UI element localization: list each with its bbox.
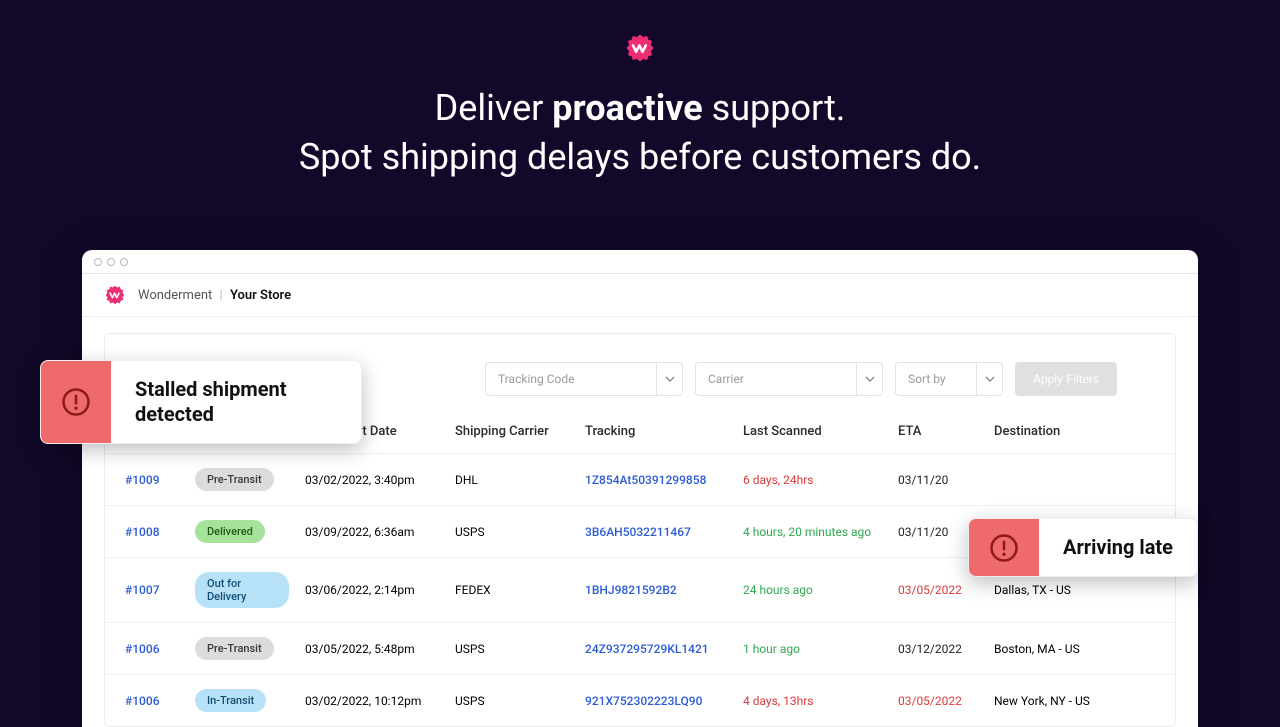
carrier: USPS xyxy=(447,506,577,558)
carrier-label: Carrier xyxy=(696,372,856,386)
window-dot xyxy=(107,258,115,266)
last-scanned: 6 days, 24hrs xyxy=(735,454,890,506)
app-header: Wonderment | Your Store xyxy=(82,274,1198,317)
status-badge: Delivered xyxy=(195,520,265,543)
status-badge: In-Transit xyxy=(195,689,266,712)
breadcrumb-app: Wonderment xyxy=(138,288,212,303)
carrier: USPS xyxy=(447,675,577,727)
col-shipping-carrier: Shipping Carrier xyxy=(447,414,577,454)
chevron-down-icon xyxy=(856,363,882,395)
status-badge: Pre-Transit xyxy=(195,468,274,491)
tracking-code-select[interactable]: Tracking Code xyxy=(485,362,683,396)
tracking-link[interactable]: 3B6AH5032211467 xyxy=(585,525,691,539)
order-link[interactable]: #1009 xyxy=(125,473,160,487)
eta: 03/11/20 xyxy=(890,454,986,506)
table-row: #1006 In-Transit 03/02/2022, 10:12pmUSPS 92… xyxy=(105,675,1175,727)
tracking-link[interactable]: 921X752302223LQ90 xyxy=(585,694,702,708)
tracking-link[interactable]: 1Z854At50391299858 xyxy=(585,473,706,487)
breadcrumb-separator: | xyxy=(220,288,223,303)
stalled-shipment-toast: Stalled shipment detected xyxy=(40,360,362,444)
tracking-link[interactable]: 1BHJ9821592B2 xyxy=(585,583,677,597)
last-scanned: 1 hour ago xyxy=(735,623,890,675)
fulfillment-date: 03/09/2022, 6:36am xyxy=(297,506,447,558)
col-last-scanned: Last Scanned xyxy=(735,414,890,454)
col-eta: ETA xyxy=(890,414,986,454)
last-scanned: 24 hours ago xyxy=(735,558,890,623)
app-window: Wonderment | Your Store Tracking Code Ca… xyxy=(82,250,1198,727)
last-scanned: 4 hours, 20 minutes ago xyxy=(735,506,890,558)
fulfillment-date: 03/02/2022, 10:12pm xyxy=(297,675,447,727)
eta: 03/12/2022 xyxy=(890,623,986,675)
col-destination: Destination xyxy=(986,414,1175,454)
fulfillment-date: 03/02/2022, 3:40pm xyxy=(297,454,447,506)
sort-by-label: Sort by xyxy=(896,372,976,386)
sort-by-select[interactable]: Sort by xyxy=(895,362,1003,396)
breadcrumb-store: Your Store xyxy=(230,288,291,303)
hero-line1-post: support. xyxy=(703,87,846,129)
brand-logo-icon xyxy=(624,32,656,64)
destination: Boston, MA - US xyxy=(986,623,1175,675)
tracking-code-label: Tracking Code xyxy=(486,372,656,386)
order-link[interactable]: #1008 xyxy=(125,525,160,539)
hero-line1-pre: Deliver xyxy=(435,87,553,129)
col-tracking: Tracking xyxy=(577,414,735,454)
fulfillment-date: 03/06/2022, 2:14pm xyxy=(297,558,447,623)
carrier-select[interactable]: Carrier xyxy=(695,362,883,396)
window-dot xyxy=(120,258,128,266)
carrier: DHL xyxy=(447,454,577,506)
fulfillment-date: 03/05/2022, 5:48pm xyxy=(297,623,447,675)
apply-filters-button[interactable]: Apply Filters xyxy=(1015,362,1117,396)
hero-heading: Deliver proactive support. Spot shipping… xyxy=(0,84,1280,181)
table-row: #1009 Pre-Transit 03/02/2022, 3:40pmDHL 1Z8… xyxy=(105,454,1175,506)
table-row: #1006 Pre-Transit 03/05/2022, 5:48pmUSPS 24… xyxy=(105,623,1175,675)
last-scanned: 4 days, 13hrs xyxy=(735,675,890,727)
hero-line2: Spot shipping delays before customers do… xyxy=(299,136,981,178)
chevron-down-icon xyxy=(976,363,1002,395)
destination: New York, NY - US xyxy=(986,675,1175,727)
late-toast-message: Arriving late xyxy=(1039,519,1197,576)
status-badge: Pre-Transit xyxy=(195,637,274,660)
status-badge: Out for Delivery xyxy=(195,572,289,608)
window-dot xyxy=(94,258,102,266)
order-link[interactable]: #1006 xyxy=(125,694,160,708)
arriving-late-toast: Arriving late xyxy=(968,518,1198,577)
destination xyxy=(986,454,1175,506)
breadcrumb: Wonderment | Your Store xyxy=(138,288,291,303)
alert-icon xyxy=(41,361,111,443)
tracking-link[interactable]: 24Z937295729KL1421 xyxy=(585,642,709,656)
window-titlebar xyxy=(82,250,1198,274)
app-logo-icon xyxy=(104,284,126,306)
stalled-toast-message: Stalled shipment detected xyxy=(111,361,351,443)
carrier: FEDEX xyxy=(447,558,577,623)
alert-icon xyxy=(969,519,1039,576)
carrier: USPS xyxy=(447,623,577,675)
eta: 03/05/2022 xyxy=(890,675,986,727)
order-link[interactable]: #1006 xyxy=(125,642,160,656)
hero-line1-bold: proactive xyxy=(552,87,702,129)
order-link[interactable]: #1007 xyxy=(125,583,160,597)
chevron-down-icon xyxy=(656,363,682,395)
